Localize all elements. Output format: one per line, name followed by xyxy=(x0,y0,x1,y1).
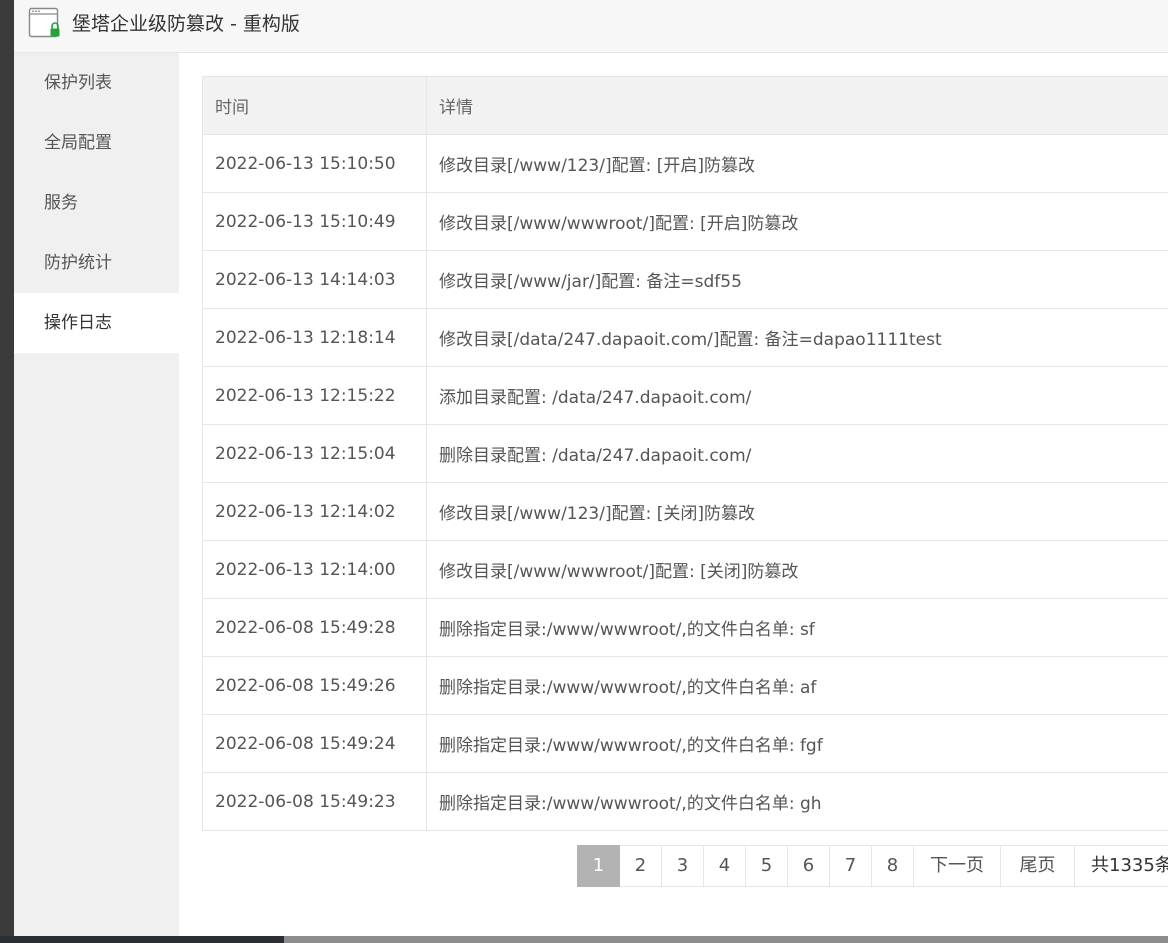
table-row: 2022-06-13 12:18:14 修改目录[/data/247.dapaoi… xyxy=(202,308,1168,367)
row-time: 2022-06-08 15:49:28 xyxy=(202,598,427,657)
row-detail: 删除指定目录:/www/wwwroot/,的文件白名单: gh xyxy=(426,772,1168,831)
sidebar-item-operation-log[interactable]: 操作日志 xyxy=(14,293,179,353)
sidebar-item-protect-list[interactable]: 保护列表 xyxy=(14,53,179,113)
table-row: 2022-06-08 15:49:23 删除指定目录:/www/wwwroot/,… xyxy=(202,772,1168,831)
row-detail: 修改目录[/www/wwwroot/]配置: [开启]防篡改 xyxy=(426,192,1168,251)
row-detail: 删除指定目录:/www/wwwroot/,的文件白名单: fgf xyxy=(426,714,1168,773)
page-button[interactable]: 4 xyxy=(704,845,746,887)
sidebar-item-global-config[interactable]: 全局配置 xyxy=(14,113,179,173)
row-detail: 修改目录[/www/123/]配置: [开启]防篡改 xyxy=(426,134,1168,193)
table-row: 2022-06-08 15:49:28 删除指定目录:/www/wwwroot/,… xyxy=(202,598,1168,657)
table-row: 2022-06-13 12:15:04 删除目录配置: /data/247.dap… xyxy=(202,424,1168,483)
row-time: 2022-06-13 12:14:00 xyxy=(202,540,427,599)
log-table: 时间 详情 2022-06-13 15:10:50 修改目录[/www/123/]… xyxy=(202,76,1168,831)
row-time: 2022-06-08 15:49:24 xyxy=(202,714,427,773)
next-page-button[interactable]: 下一页 xyxy=(914,845,1001,887)
page-button[interactable]: 8 xyxy=(872,845,914,887)
total-count: 共1335条 xyxy=(1075,845,1168,887)
taskbar-dark-segment xyxy=(0,936,284,943)
table-row: 2022-06-13 12:14:02 修改目录[/www/123/]配置: [关… xyxy=(202,482,1168,541)
table-row: 2022-06-13 14:14:03 修改目录[/www/jar/]配置: 备注… xyxy=(202,250,1168,309)
table-row: 2022-06-13 15:10:49 修改目录[/www/wwwroot/]配置… xyxy=(202,192,1168,251)
column-header-time: 时间 xyxy=(202,76,427,135)
table-row: 2022-06-13 12:15:22 添加目录配置: /data/247.dap… xyxy=(202,366,1168,425)
page-button[interactable]: 3 xyxy=(662,845,704,887)
page-button[interactable]: 6 xyxy=(788,845,830,887)
row-detail: 删除指定目录:/www/wwwroot/,的文件白名单: af xyxy=(426,656,1168,715)
pagination: 1 2 3 4 5 6 7 8 下一页 尾页 共1335条 xyxy=(577,845,1168,887)
page-button-current[interactable]: 1 xyxy=(577,845,620,887)
table-header-row: 时间 详情 xyxy=(202,76,1168,135)
taskbar-strip xyxy=(0,936,1168,943)
row-detail: 修改目录[/www/jar/]配置: 备注=sdf55 xyxy=(426,250,1168,309)
row-time: 2022-06-08 15:49:23 xyxy=(202,772,427,831)
column-header-detail: 详情 xyxy=(426,76,1168,135)
window-title: 堡塔企业级防篡改 - 重构版 xyxy=(72,13,300,35)
title-bar: 堡塔企业级防篡改 - 重构版 xyxy=(14,0,1168,53)
row-time: 2022-06-08 15:49:26 xyxy=(202,656,427,715)
row-time: 2022-06-13 12:15:22 xyxy=(202,366,427,425)
table-row: 2022-06-08 15:49:26 删除指定目录:/www/wwwroot/,… xyxy=(202,656,1168,715)
row-time: 2022-06-13 12:15:04 xyxy=(202,424,427,483)
row-detail: 修改目录[/data/247.dapaoit.com/]配置: 备注=dapao… xyxy=(426,308,1168,367)
table-row: 2022-06-08 15:49:24 删除指定目录:/www/wwwroot/,… xyxy=(202,714,1168,773)
row-time: 2022-06-13 14:14:03 xyxy=(202,250,427,309)
app-window: 堡塔企业级防篡改 - 重构版 保护列表 全局配置 服务 防护统计 操作日志 时间… xyxy=(14,0,1168,936)
row-time: 2022-06-13 12:14:02 xyxy=(202,482,427,541)
main-content: 时间 详情 2022-06-13 15:10:50 修改目录[/www/123/]… xyxy=(179,53,1168,936)
row-detail: 修改目录[/www/123/]配置: [关闭]防篡改 xyxy=(426,482,1168,541)
last-page-button[interactable]: 尾页 xyxy=(1001,845,1075,887)
sidebar: 保护列表 全局配置 服务 防护统计 操作日志 xyxy=(14,53,179,936)
row-time: 2022-06-13 12:18:14 xyxy=(202,308,427,367)
table-row: 2022-06-13 15:10:50 修改目录[/www/123/]配置: [开… xyxy=(202,134,1168,193)
page-button[interactable]: 2 xyxy=(620,845,662,887)
row-detail: 添加目录配置: /data/247.dapaoit.com/ xyxy=(426,366,1168,425)
row-time: 2022-06-13 15:10:49 xyxy=(202,192,427,251)
row-detail: 删除指定目录:/www/wwwroot/,的文件白名单: sf xyxy=(426,598,1168,657)
row-detail: 删除目录配置: /data/247.dapaoit.com/ xyxy=(426,424,1168,483)
sidebar-item-service[interactable]: 服务 xyxy=(14,173,179,233)
table-row: 2022-06-13 12:14:00 修改目录[/www/wwwroot/]配置… xyxy=(202,540,1168,599)
window-lock-icon xyxy=(28,7,60,38)
page-button[interactable]: 7 xyxy=(830,845,872,887)
row-detail: 修改目录[/www/wwwroot/]配置: [关闭]防篡改 xyxy=(426,540,1168,599)
sidebar-item-protect-stats[interactable]: 防护统计 xyxy=(14,233,179,293)
row-time: 2022-06-13 15:10:50 xyxy=(202,134,427,193)
page-button[interactable]: 5 xyxy=(746,845,788,887)
